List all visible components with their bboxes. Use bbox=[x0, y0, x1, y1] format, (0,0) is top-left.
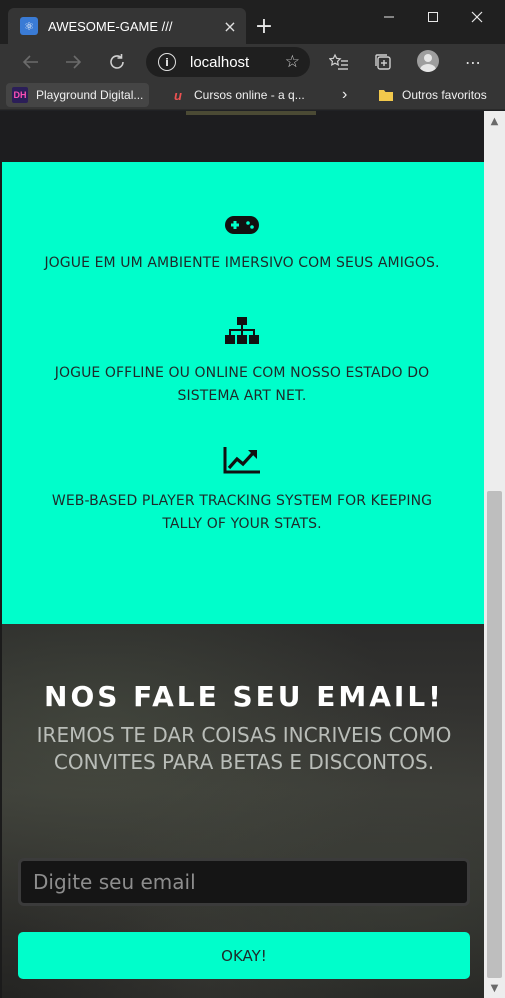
more-icon: ⋯ bbox=[465, 52, 481, 72]
favorites-list-icon bbox=[329, 53, 348, 70]
bookmarks-overflow-button[interactable]: › bbox=[342, 83, 347, 107]
url-text: localhost bbox=[190, 53, 250, 71]
refresh-button[interactable] bbox=[102, 47, 132, 77]
scroll-down-icon[interactable]: ▼ bbox=[484, 980, 505, 996]
feature-text: JOGUE OFFLINE OU ONLINE COM NOSSO ESTADO… bbox=[54, 365, 430, 404]
star-icon[interactable]: ☆ bbox=[285, 52, 300, 72]
bookmark-label: Playground Digital... bbox=[36, 88, 144, 102]
other-favorites-label: Outros favoritos bbox=[402, 88, 487, 102]
network-icon bbox=[225, 317, 259, 344]
chart-line-icon bbox=[223, 447, 260, 474]
bookmark-cursos[interactable]: u Cursos online - a q... bbox=[170, 83, 305, 107]
collections-button[interactable] bbox=[368, 47, 398, 77]
forward-button[interactable] bbox=[58, 47, 88, 77]
more-options-button[interactable]: ⋯ bbox=[458, 47, 488, 77]
minimize-button[interactable] bbox=[367, 4, 411, 30]
new-tab-button[interactable]: + bbox=[250, 12, 278, 40]
feature-text: JOGUE EM UM AMBIENTE IMERSIVO COM SEUS A… bbox=[44, 255, 440, 271]
close-tab-icon[interactable]: × bbox=[218, 14, 242, 38]
profile-avatar[interactable] bbox=[417, 50, 439, 72]
bookmarks-bar: DH Playground Digital... u Cursos online… bbox=[0, 80, 505, 110]
minimize-icon bbox=[384, 16, 394, 18]
folder-icon bbox=[378, 87, 394, 103]
page-viewport: JOGUE EM UM AMBIENTE IMERSIVO COM SEUS A… bbox=[0, 111, 484, 998]
other-favorites-folder[interactable]: Outros favoritos bbox=[378, 83, 487, 107]
collections-icon bbox=[375, 54, 391, 70]
signup-title: NOS FALE SEU EMAIL! bbox=[44, 680, 444, 713]
maximize-icon bbox=[428, 12, 438, 22]
signup-subtitle: IREMOS TE DAR COISAS INCRIVEIS COMO CONV… bbox=[36, 723, 452, 774]
bookmark-label: Cursos online - a q... bbox=[194, 88, 305, 102]
feature-item: JOGUE OFFLINE OU ONLINE COM NOSSO ESTADO… bbox=[2, 316, 482, 408]
address-bar[interactable]: i localhost ☆ bbox=[146, 47, 310, 77]
react-favicon-icon: ⚛ bbox=[20, 17, 38, 35]
favorites-button[interactable] bbox=[324, 47, 354, 77]
chevron-right-icon: › bbox=[342, 86, 348, 103]
close-window-button[interactable] bbox=[455, 4, 499, 30]
back-button[interactable] bbox=[16, 47, 46, 77]
hero-bottom-edge bbox=[0, 111, 484, 162]
tab-bar: ⚛ AWESOME-GAME /// × + bbox=[0, 0, 505, 44]
features-section: JOGUE EM UM AMBIENTE IMERSIVO COM SEUS A… bbox=[2, 162, 484, 624]
tab-title: AWESOME-GAME /// bbox=[48, 18, 173, 34]
arrow-right-icon bbox=[66, 55, 82, 69]
feature-item: JOGUE EM UM AMBIENTE IMERSIVO COM SEUS A… bbox=[2, 214, 482, 275]
bookmark-playground[interactable]: DH Playground Digital... bbox=[6, 83, 150, 107]
scrollbar-thumb[interactable] bbox=[487, 491, 502, 978]
refresh-icon bbox=[110, 54, 124, 69]
scroll-up-icon[interactable]: ▲ bbox=[484, 113, 505, 129]
email-input[interactable] bbox=[18, 858, 470, 906]
feature-text: WEB-BASED PLAYER TRACKING SYSTEM FOR KEE… bbox=[51, 493, 433, 532]
feature-item: WEB-BASED PLAYER TRACKING SYSTEM FOR KEE… bbox=[2, 446, 482, 536]
close-icon bbox=[471, 11, 483, 23]
udemy-favicon-icon: u bbox=[174, 87, 182, 103]
browser-tab[interactable]: ⚛ AWESOME-GAME /// × bbox=[8, 8, 246, 44]
email-signup-section: NOS FALE SEU EMAIL! IREMOS TE DAR COISAS… bbox=[2, 624, 484, 998]
hero-image-sliver bbox=[186, 111, 316, 115]
maximize-button[interactable] bbox=[411, 4, 455, 30]
okay-button[interactable]: OKAY! bbox=[18, 932, 470, 979]
browser-window: ⚛ AWESOME-GAME /// × + i localhost ☆ ⋯ D… bbox=[0, 0, 505, 998]
info-icon[interactable]: i bbox=[158, 53, 176, 71]
arrow-left-icon bbox=[22, 55, 38, 69]
gamepad-icon bbox=[225, 216, 259, 234]
playground-favicon-icon: DH bbox=[12, 87, 28, 103]
vertical-scrollbar[interactable]: ▲ ▼ bbox=[484, 111, 505, 998]
